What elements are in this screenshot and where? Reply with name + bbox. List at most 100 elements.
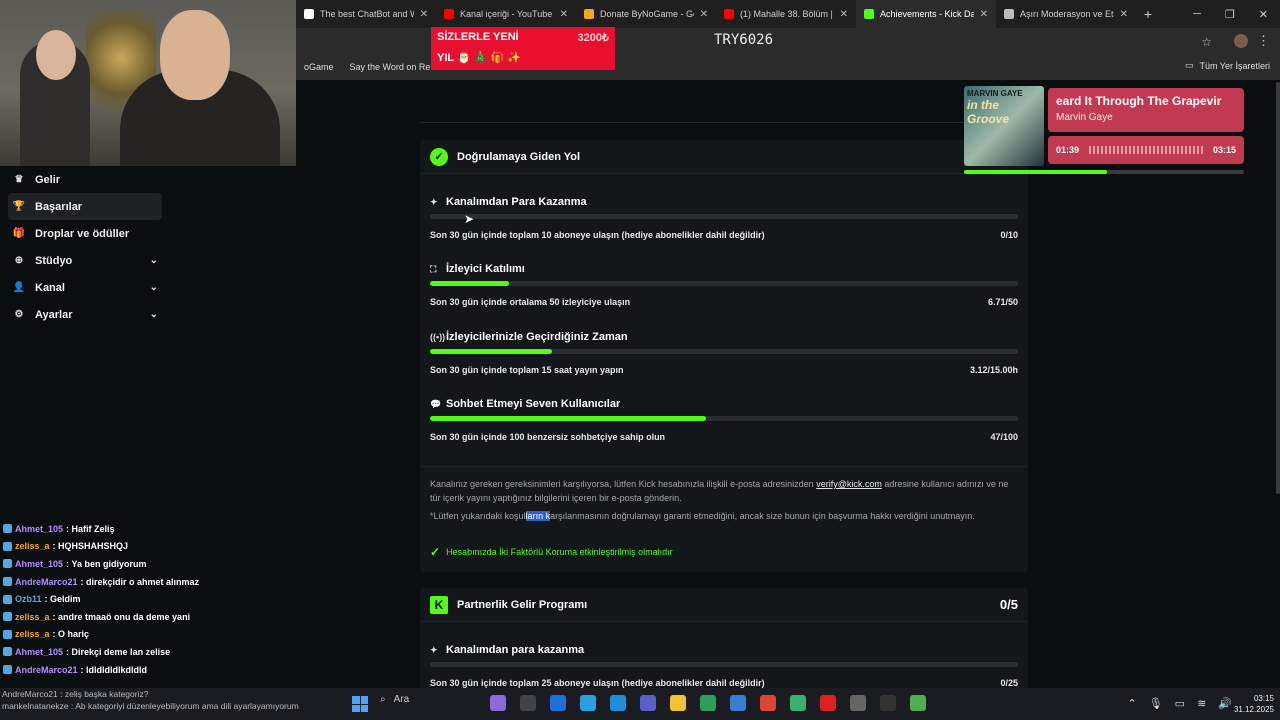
close-tab-icon[interactable]: ✕ xyxy=(700,9,708,20)
sidebar-item-channel[interactable]: 👤 Kanal ⌄ xyxy=(0,274,170,301)
chat-nick[interactable]: zeliss_a xyxy=(15,629,50,639)
close-window-icon[interactable]: ✕ xyxy=(1259,8,1268,21)
browser-tab[interactable]: The best ChatBot and W ✕ xyxy=(296,0,436,28)
volume-icon[interactable]: 🔊 xyxy=(1218,697,1232,710)
track-info: eard It Through The Grapevir Marvin Gaye xyxy=(1048,88,1244,132)
chat-nick[interactable]: Ozb11 xyxy=(15,594,42,604)
minimize-icon[interactable]: ─ xyxy=(1193,8,1201,20)
gear-icon: ⚙ xyxy=(14,309,24,320)
chat-nick[interactable]: Ahmet_105 xyxy=(15,647,63,657)
chat-text: direkçidir o ahmet alınmaz xyxy=(86,576,200,587)
browser-tab[interactable]: (1) Mahalle 38. Bölüm | H ✕ xyxy=(716,0,856,28)
chat-text: Ya ben gidiyorum xyxy=(71,558,147,569)
wifi-icon[interactable]: ≋ xyxy=(1197,697,1206,710)
close-tab-icon[interactable]: ✕ xyxy=(560,9,568,20)
requirement-item: ((•)) İzleyicilerinizle Geçirdiğiniz Zama… xyxy=(430,330,1018,375)
chat-line-overlay: AndreMarco21 : zeliş başka kategoriz? xyxy=(2,689,149,699)
browser-menu-icon[interactable]: ⋮ xyxy=(1257,33,1270,49)
task-view-icon[interactable] xyxy=(520,695,536,711)
tab-favicon-icon xyxy=(864,9,874,19)
chat-badge-icon xyxy=(3,524,12,534)
mouse-cursor-icon: ➤ xyxy=(464,212,475,226)
chevron-up-icon[interactable]: ⌃ xyxy=(1127,697,1136,710)
chrome-profile-icon[interactable] xyxy=(790,695,806,711)
divider xyxy=(420,122,1028,123)
mic-icon[interactable]: 🎙 xyxy=(1149,697,1163,710)
chat-nick[interactable]: Ahmet_105 xyxy=(15,524,63,534)
chrome-icon[interactable] xyxy=(910,695,926,711)
chevron-down-icon[interactable]: ⌄ xyxy=(150,309,158,320)
sidebar-item-trophy[interactable]: 🏆 Başarılar xyxy=(8,193,162,220)
profile-avatar-icon[interactable] xyxy=(1234,34,1248,48)
browser-tab[interactable]: Donate ByNoGame - Geli ✕ xyxy=(576,0,716,28)
chat-text: Hafif Zeliş xyxy=(71,523,115,534)
copilot-icon[interactable] xyxy=(580,695,596,711)
all-bookmarks[interactable]: ▭ Tüm Yer İşaretleri xyxy=(1185,60,1270,71)
page-scrollbar[interactable] xyxy=(1276,82,1280,494)
file-explorer-icon[interactable] xyxy=(670,695,686,711)
creator-sidebar: ♛ Gelir 🏆 Başarılar 🎁 Droplar ve ödüller ⊕ Stüd… xyxy=(0,166,170,328)
teams-icon[interactable] xyxy=(640,695,656,711)
requirement-item: ⛶ İzleyici Katılımı Son 30 gün içinde ort… xyxy=(430,262,1018,307)
requirement-value: 0/10 xyxy=(1000,230,1018,240)
widgets-icon[interactable] xyxy=(490,695,506,711)
chat-badge-icon xyxy=(3,665,12,675)
chat-line-overlay: mankelnatanekze : Ab kategoriyi düzenley… xyxy=(2,701,299,711)
chevron-down-icon[interactable]: ⌄ xyxy=(150,282,158,293)
chat-nick[interactable]: AndreMarco21 xyxy=(15,577,78,587)
person-right-head xyxy=(160,10,230,100)
sidebar-item-label: Droplar ve ödüller xyxy=(35,227,130,240)
partner-req-value: 0/25 xyxy=(1000,678,1018,688)
webcam-overlay xyxy=(0,0,296,166)
close-tab-icon[interactable]: ✕ xyxy=(1120,9,1128,20)
windows-start-icon[interactable] xyxy=(352,696,368,712)
new-tab-button[interactable]: + xyxy=(1136,6,1160,22)
chat-nick[interactable]: zeliss_a xyxy=(15,612,50,622)
youtube-icon[interactable] xyxy=(820,695,836,711)
obs-icon[interactable] xyxy=(880,695,896,711)
sidebar-item-studio[interactable]: ⊕ Stüdyo ⌄ xyxy=(0,247,170,274)
sidebar-item-gear[interactable]: ⚙ Ayarlar ⌄ xyxy=(0,301,170,328)
maximize-icon[interactable]: ❐ xyxy=(1225,8,1235,21)
app-icon[interactable] xyxy=(850,695,866,711)
viewers-icon: ⛶ xyxy=(430,263,437,274)
bookmark-item[interactable]: oGame xyxy=(296,62,342,72)
sidebar-item-label: Stüdyo xyxy=(35,254,73,267)
edge-icon[interactable] xyxy=(610,695,626,711)
display-icon[interactable]: ▭ xyxy=(1175,697,1185,710)
browser-tab[interactable]: Kanal içeriği - YouTube St ✕ xyxy=(436,0,576,28)
close-tab-icon[interactable]: ✕ xyxy=(420,9,428,20)
progress-bar xyxy=(430,416,1018,421)
chrome-icon[interactable] xyxy=(760,695,776,711)
taskbar-search[interactable]: ⌕ Ara xyxy=(380,694,409,705)
partner-req-title: Kanalımdan para kazanma xyxy=(446,644,585,656)
app-icon[interactable] xyxy=(700,695,716,711)
requirement-value: 6.71/50 xyxy=(987,297,1018,307)
chat-nick[interactable]: Ahmet_105 xyxy=(15,559,63,569)
person-left-head xyxy=(36,30,76,80)
taskbar-clock[interactable]: 03:15 31.12.2025 xyxy=(1234,693,1274,715)
tab-title: The best ChatBot and W xyxy=(320,9,414,19)
sidebar-item-crown[interactable]: ♛ Gelir xyxy=(0,166,170,193)
verify-email-link[interactable]: verify@kick.com xyxy=(816,479,882,489)
verified-check-icon: ✓ xyxy=(430,147,448,166)
chat-nick[interactable]: zeliss_a xyxy=(15,541,50,551)
verification-header: ✓ Doğrulamaya Giden Yol xyxy=(420,140,1028,174)
browser-tab[interactable]: Achievements - Kick Das ✕ xyxy=(856,0,996,28)
taskbar-apps xyxy=(490,695,926,711)
window-controls: ─ ❐ ✕ xyxy=(1193,0,1280,28)
progress-bar xyxy=(430,349,1018,354)
chat-badge-icon xyxy=(3,577,12,587)
chevron-down-icon[interactable]: ⌄ xyxy=(150,255,158,266)
mail-icon[interactable] xyxy=(730,695,746,711)
sidebar-item-gift[interactable]: 🎁 Droplar ve ödüller xyxy=(0,220,170,247)
store-icon[interactable] xyxy=(550,695,566,711)
close-tab-icon[interactable]: ✕ xyxy=(840,9,848,20)
clock-time: 03:15 xyxy=(1253,694,1274,703)
donation-alert: SİZLERLE YENİ 3200₺ YIL 🎅 🎄 🎁 ✨ xyxy=(431,27,615,70)
chat-nick[interactable]: AndreMarco21 xyxy=(15,665,78,675)
bookmark-star-icon[interactable]: ☆ xyxy=(1201,35,1212,49)
close-tab-icon[interactable]: ✕ xyxy=(980,9,988,20)
browser-tab[interactable]: Aşırı Moderasyon ve Etk ✕ xyxy=(996,0,1136,28)
chat-message: AndreMarco21: direkçidir o ahmet alınmaz xyxy=(0,573,296,591)
